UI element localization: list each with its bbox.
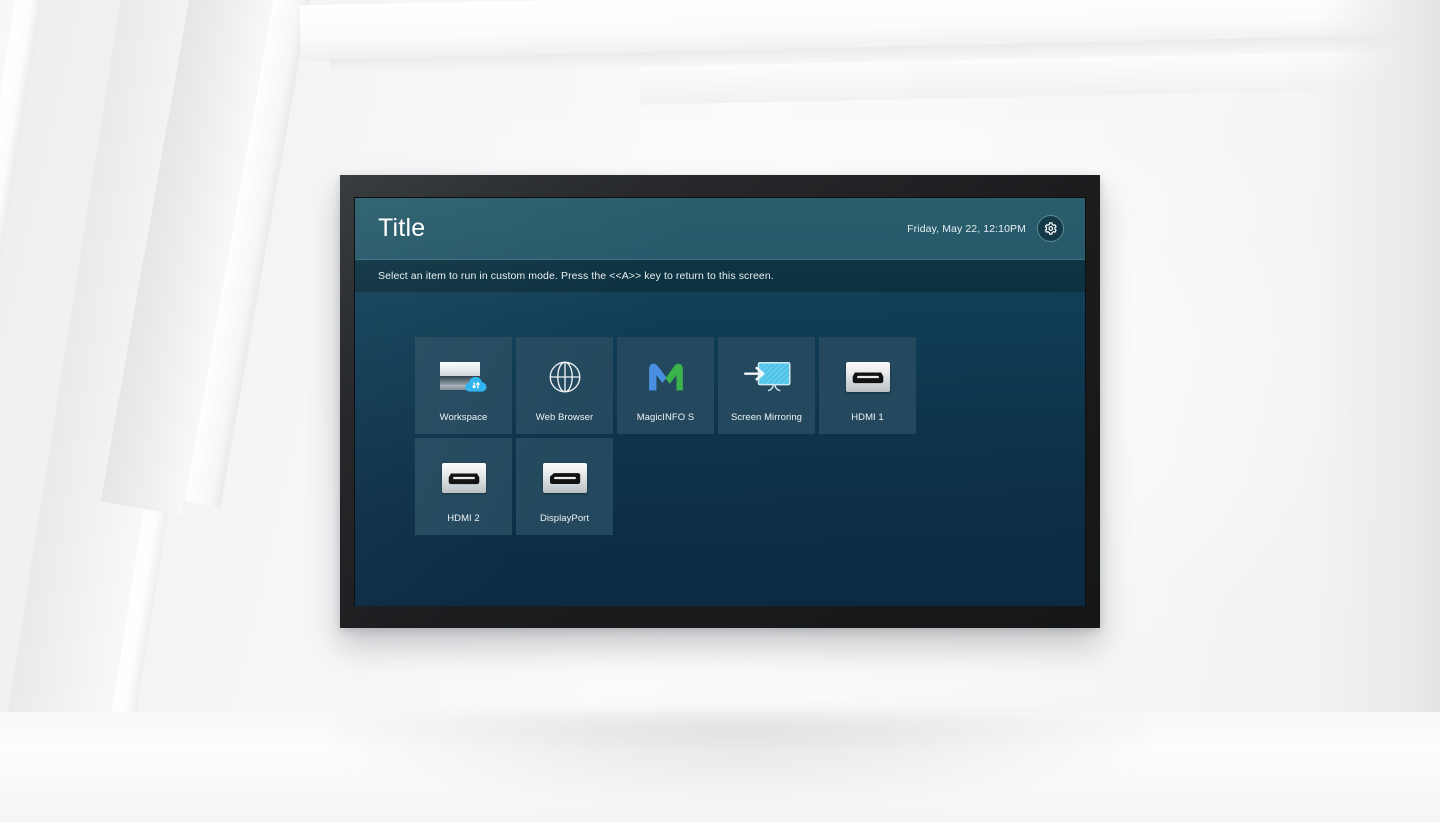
wall-display: Title Friday, May 22, 12:10PM Select an … [340, 175, 1100, 628]
header-right-group: Friday, May 22, 12:10PM [907, 215, 1064, 242]
clock-label: Friday, May 22, 12:10PM [907, 222, 1026, 235]
tile-label: Web Browser [535, 412, 594, 423]
tile-label: Workspace [439, 412, 488, 423]
screen-mirroring-icon [740, 353, 794, 401]
tile-displayport[interactable]: DisplayPort [516, 438, 613, 535]
page-title: Title [378, 214, 426, 242]
settings-button[interactable] [1037, 215, 1064, 242]
tile-magicinfo-s[interactable]: MagicINFO S [617, 337, 714, 434]
tile-hdmi-2[interactable]: HDMI 2 [415, 438, 512, 535]
hdmi-port-icon [437, 454, 491, 502]
notice-bar: Select an item to run in custom mode. Pr… [355, 260, 1085, 293]
gear-icon [1044, 222, 1057, 235]
screen-header: Title Friday, May 22, 12:10PM [355, 198, 1085, 260]
tile-web-browser[interactable]: Web Browser [516, 337, 613, 434]
app-grid: Workspace Web Browser MagicINFO S Screen… [355, 293, 1085, 535]
globe-icon [538, 353, 592, 401]
displayport-icon [538, 454, 592, 502]
tile-hdmi-1[interactable]: HDMI 1 [819, 337, 916, 434]
app-row: Workspace Web Browser MagicINFO S Screen… [415, 337, 1085, 434]
tile-label: Screen Mirroring [730, 412, 802, 423]
hdmi-port-icon [841, 353, 895, 401]
tile-label: DisplayPort [539, 513, 590, 524]
notice-text: Select an item to run in custom mode. Pr… [378, 270, 774, 282]
tile-label: HDMI 1 [851, 412, 884, 423]
tile-label: MagicINFO S [636, 412, 695, 423]
display-drop-shadow [330, 716, 1150, 802]
workspace-cloud-icon [437, 353, 491, 401]
tile-screen-mirroring[interactable]: Screen Mirroring [718, 337, 815, 434]
display-screen: Title Friday, May 22, 12:10PM Select an … [355, 198, 1085, 606]
tile-label: HDMI 2 [447, 513, 480, 524]
magicinfo-logo-icon [639, 353, 693, 401]
room-scene: Title Friday, May 22, 12:10PM Select an … [0, 0, 1440, 822]
tile-workspace[interactable]: Workspace [415, 337, 512, 434]
app-row: HDMI 2 DisplayPort [415, 438, 1085, 535]
